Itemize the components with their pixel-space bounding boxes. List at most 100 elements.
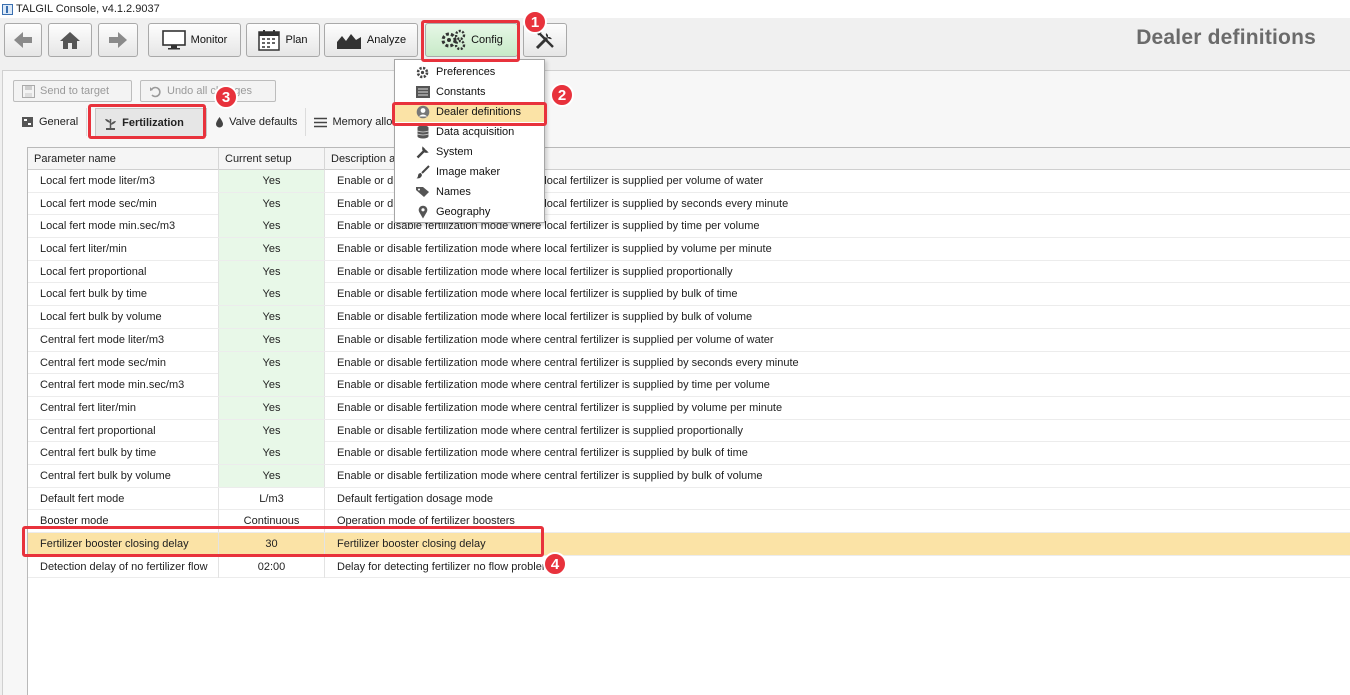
cell-current-setup[interactable]: Yes [219,351,325,374]
cell-current-setup[interactable]: Yes [219,238,325,261]
plant-icon [105,118,117,130]
header-current-setup[interactable]: Current setup [219,147,325,170]
table-row[interactable]: Local fert bulk by time Yes Enable or disa… [28,283,1350,307]
config-label: Config [471,34,503,46]
cell-current-setup[interactable]: Continuous [219,510,325,533]
menu-item-constants[interactable]: Constants [395,82,544,102]
table-row[interactable]: Central fert mode min.sec/m3 Yes Enable or… [28,374,1350,397]
cell-description: Enable or disable fertilization mode whe… [337,265,733,278]
analyze-button[interactable]: Analyze [324,23,418,57]
cell-current-setup[interactable]: Yes [219,464,325,487]
tab-general[interactable]: General [13,108,88,136]
send-to-target-button[interactable]: Send to target [13,80,132,102]
menu-item-dealer-definitions[interactable]: Dealer definitions [395,102,544,122]
menu-item-geography[interactable]: Geography [395,202,544,222]
table-row[interactable]: Local fert bulk by volume Yes Enable or di… [28,306,1350,329]
cell-current-setup[interactable]: 30 [219,533,325,555]
cell-current-setup[interactable]: Yes [219,396,325,419]
save-icon [22,84,35,98]
cell-current-setup[interactable]: Yes [219,170,325,192]
cell-description: Enable or disable fertilization mode whe… [337,469,763,482]
menu-item-label: Data acquisition [436,126,515,138]
user-icon [415,105,430,119]
cell-current-setup[interactable]: 02:00 [219,555,325,578]
config-dropdown-menu: Preferences Constants Dealer definitions… [394,59,545,223]
brush-icon [415,165,430,179]
tab-valve-defaults[interactable]: Valve defaults [207,108,307,136]
undo-all-changes-button[interactable]: Undo all changes [140,80,276,102]
table-row[interactable]: Local fert mode liter/m3 Yes Enable or dis… [28,170,1350,193]
app-logo-icon [2,3,13,15]
table-row[interactable]: Central fert proportional Yes Enable or di… [28,419,1350,443]
cell-parameter-name: Local fert bulk by volume [28,306,219,329]
table-row[interactable]: Fertilizer booster closing delay 30 Fertil… [28,533,1350,556]
tag-icon [415,185,430,199]
cell-description: Enable or disable fertilization mode whe… [337,401,783,414]
monitor-button[interactable]: Monitor [148,23,241,57]
droplet-icon [216,117,224,128]
cell-current-setup[interactable]: Yes [219,306,325,329]
cell-description: Default fertigation dosage mode [337,492,493,505]
back-button[interactable] [4,23,42,57]
cell-current-setup[interactable]: L/m3 [219,487,325,510]
header-parameter-name[interactable]: Parameter name [28,147,219,170]
cell-description: Enable or disable fertilization mode whe… [337,311,753,324]
table-row[interactable]: Local fert liter/min Yes Enable or disable… [28,238,1350,261]
table-row[interactable]: Local fert proportional Yes Enable or disa… [28,260,1350,284]
table-row[interactable]: Local fert mode sec/min Yes Enable or disa… [28,192,1350,216]
cell-parameter-name: Booster mode [28,510,219,533]
cell-description: Enable or disable fertilization mode whe… [337,424,743,437]
config-button[interactable]: Config [425,23,518,57]
table-row[interactable]: Local fert mode min.sec/m3 Yes Enable or d… [28,215,1350,239]
plan-button[interactable]: Plan [246,23,320,57]
cell-parameter-name: Central fert bulk by time [28,442,219,465]
list-icon [415,85,430,99]
menu-item-system[interactable]: System [395,142,544,162]
menu-item-label: Preferences [436,66,496,78]
home-button[interactable] [48,23,92,57]
cell-parameter-name: Central fert mode liter/m3 [28,328,219,351]
cell-current-setup[interactable]: Yes [219,283,325,306]
cell-parameter-name: Default fert mode [28,487,219,510]
table-row[interactable]: Central fert mode sec/min Yes Enable or di… [28,351,1350,375]
cell-current-setup[interactable]: Yes [219,374,325,397]
gears-icon [441,29,466,51]
menu-item-label: Constants [436,86,486,98]
annotation-badge-1: 1 [523,10,547,34]
tab-fertilization[interactable]: Fertilization [95,108,208,136]
menu-item-data-acquisition[interactable]: Data acquisition [395,122,544,142]
table-row[interactable]: Default fert mode L/m3 Default fertigation… [28,487,1350,511]
cell-parameter-name: Central fert mode min.sec/m3 [28,374,219,397]
send-to-target-label: Send to target [40,85,110,97]
cell-current-setup[interactable]: Yes [219,328,325,351]
table-row[interactable]: Central fert liter/min Yes Enable or disab… [28,396,1350,420]
menu-item-image-maker[interactable]: Image maker [395,162,544,182]
cell-description: Delay for detecting fertilizer no flow p… [337,560,551,573]
tab-general-label: General [39,116,79,128]
database-icon [415,125,430,139]
window-title-bar: TALGIL Console, v4.1.2.9037 [0,0,1350,18]
cell-current-setup[interactable]: Yes [219,192,325,215]
cell-current-setup[interactable]: Yes [219,260,325,283]
cell-current-setup[interactable]: Yes [219,215,325,238]
cell-parameter-name: Central fert liter/min [28,396,219,419]
table-row[interactable]: Central fert bulk by time Yes Enable or di… [28,442,1350,465]
annotation-badge-4: 4 [543,552,567,576]
cell-description: Enable or disable fertilization mode whe… [337,447,748,460]
cell-parameter-name: Local fert proportional [28,260,219,283]
table-row[interactable]: Central fert bulk by volume Yes Enable or … [28,464,1350,488]
table-row[interactable]: Central fert mode liter/m3 Yes Enable or d… [28,328,1350,352]
cell-current-setup[interactable]: Yes [219,419,325,442]
table-row[interactable]: Detection delay of no fertilizer flow 02:… [28,555,1350,579]
menu-item-label: Geography [436,206,491,218]
forward-button[interactable] [98,23,138,57]
menu-item-label: System [436,146,473,158]
cell-current-setup[interactable]: Yes [219,442,325,465]
home-icon [60,32,80,49]
menu-item-names[interactable]: Names [395,182,544,202]
menu-item-preferences[interactable]: Preferences [395,62,544,82]
list-icon [314,117,328,127]
table-row[interactable]: Booster mode Continuous Operation mode of … [28,510,1350,533]
menu-item-label: Dealer definitions [436,106,521,118]
arrow-left-icon [14,32,32,48]
